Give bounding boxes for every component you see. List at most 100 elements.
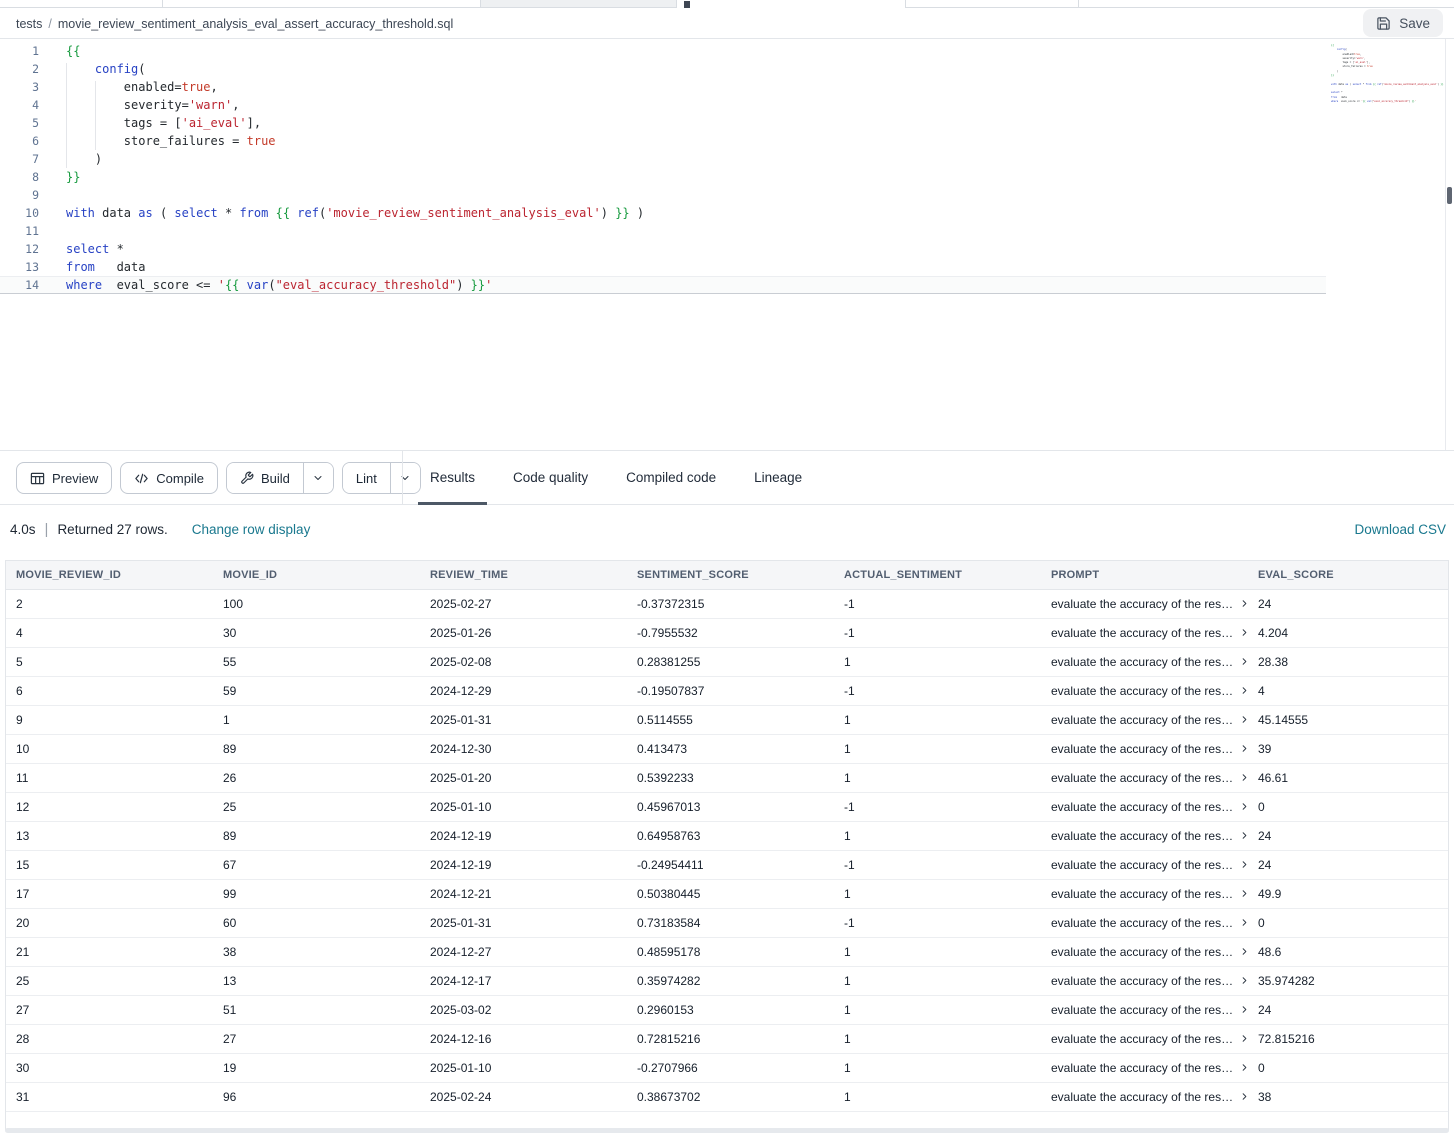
table-cell: 28 [6, 1024, 213, 1053]
prompt-cell[interactable]: evaluate the accuracy of the res… [1041, 1024, 1248, 1053]
prompt-cell[interactable]: evaluate the accuracy of the res… [1041, 1053, 1248, 1082]
build-dropdown-button[interactable] [303, 463, 333, 493]
chevron-right-icon[interactable] [1239, 975, 1248, 986]
line-number: 13 [0, 258, 39, 276]
code-line[interactable]: 11 [0, 222, 1454, 240]
prompt-text: evaluate the accuracy of the res… [1051, 771, 1233, 785]
code-text [39, 222, 66, 240]
chevron-right-icon[interactable] [1239, 859, 1248, 870]
prompt-cell[interactable]: evaluate the accuracy of the res… [1041, 618, 1248, 647]
chevron-right-icon[interactable] [1239, 656, 1248, 667]
code-line[interactable]: 8}} [0, 168, 1454, 186]
code-editor[interactable]: 1{{2 config(3 enabled=true,4 severity='w… [0, 39, 1454, 450]
chevron-right-icon[interactable] [1239, 946, 1248, 957]
code-line[interactable]: 13from data [0, 258, 1454, 276]
code-line[interactable]: 10with data as ( select * from {{ ref('m… [0, 204, 1454, 222]
prompt-cell[interactable]: evaluate the accuracy of the res… [1041, 821, 1248, 850]
prompt-cell[interactable]: evaluate the accuracy of the res… [1041, 734, 1248, 763]
table-cell: 25 [6, 966, 213, 995]
line-number: 7 [0, 150, 39, 168]
chevron-right-icon[interactable] [1239, 1033, 1248, 1044]
prompt-cell[interactable]: evaluate the accuracy of the res… [1041, 1082, 1248, 1111]
chevron-right-icon[interactable] [1239, 830, 1248, 841]
table-cell: 96 [213, 1082, 420, 1111]
chevron-right-icon[interactable] [1239, 1091, 1248, 1102]
tab-results[interactable]: Results [418, 451, 487, 504]
code-line[interactable]: 2 config( [0, 60, 1454, 78]
lint-label: Lint [356, 471, 377, 486]
code-text: from data [39, 258, 145, 276]
prompt-cell[interactable]: evaluate the accuracy of the res… [1041, 908, 1248, 937]
tab-segment[interactable] [480, 0, 676, 8]
download-csv-link[interactable]: Download CSV [1354, 522, 1446, 537]
chevron-right-icon[interactable] [1239, 772, 1248, 783]
chevron-right-icon[interactable] [1239, 685, 1248, 696]
prompt-cell[interactable]: evaluate the accuracy of the res… [1041, 966, 1248, 995]
code-line[interactable]: 4 severity='warn', [0, 96, 1454, 114]
table-cell: 55 [213, 647, 420, 676]
tab-code-quality[interactable]: Code quality [501, 451, 600, 504]
prompt-cell[interactable]: evaluate the accuracy of the res… [1041, 879, 1248, 908]
prompt-text: evaluate the accuracy of the res… [1051, 829, 1233, 843]
compile-button[interactable]: Compile [120, 462, 218, 494]
chevron-right-icon[interactable] [1239, 1062, 1248, 1073]
change-row-display-link[interactable]: Change row display [192, 522, 311, 537]
tab-compiled-code[interactable]: Compiled code [614, 451, 728, 504]
code-text: }} [39, 168, 80, 186]
prompt-cell[interactable]: evaluate the accuracy of the res… [1041, 792, 1248, 821]
table-row: 15672024-12-19-0.24954411-1evaluate the … [6, 850, 1448, 879]
build-button[interactable]: Build [227, 463, 303, 493]
prompt-cell[interactable]: evaluate the accuracy of the res… [1041, 676, 1248, 705]
table-cell: -0.2707966 [627, 1053, 834, 1082]
editor-scrollbar-thumb[interactable] [1447, 187, 1452, 204]
chevron-right-icon[interactable] [1239, 743, 1248, 754]
code-line[interactable]: 6 store_failures = true [0, 132, 1454, 150]
chevron-right-icon[interactable] [1239, 714, 1248, 725]
lint-button[interactable]: Lint [343, 463, 390, 493]
table-cell: -1 [834, 792, 1041, 821]
tab-segment[interactable] [0, 0, 480, 8]
table-cell: 89 [213, 821, 420, 850]
table-cell: 1 [834, 879, 1041, 908]
prompt-cell[interactable]: evaluate the accuracy of the res… [1041, 850, 1248, 879]
code-line[interactable]: 3 enabled=true, [0, 78, 1454, 96]
chevron-right-icon[interactable] [1239, 1004, 1248, 1015]
prompt-cell[interactable]: evaluate the accuracy of the res… [1041, 589, 1248, 618]
table-cell: 1 [834, 995, 1041, 1024]
line-number: 12 [0, 240, 39, 258]
horizontal-scrollbar[interactable] [5, 1128, 1449, 1133]
chevron-right-icon[interactable] [1239, 917, 1248, 928]
prompt-cell[interactable]: evaluate the accuracy of the res… [1041, 937, 1248, 966]
editor-actions: Preview Compile Build [16, 462, 421, 494]
prompt-text: evaluate the accuracy of the res… [1051, 655, 1233, 669]
code-line[interactable]: 5 tags = ['ai_eval'], [0, 114, 1454, 132]
tab-divider [905, 0, 906, 8]
code-line[interactable]: 7 ) [0, 150, 1454, 168]
prompt-cell[interactable]: evaluate the accuracy of the res… [1041, 705, 1248, 734]
code-line[interactable]: 14where eval_score <= '{{ var("eval_accu… [0, 276, 1326, 294]
save-button[interactable]: Save [1363, 9, 1443, 37]
editor-scrollbar-track [1445, 39, 1446, 450]
editor-minimap[interactable]: {{ config( enabled=true, severity='warn'… [1331, 44, 1445, 108]
tab-segment[interactable] [905, 0, 1454, 8]
code-line[interactable]: 1{{ [0, 42, 1454, 60]
breadcrumb-folder[interactable]: tests [16, 17, 42, 31]
chevron-right-icon[interactable] [1239, 888, 1248, 899]
prompt-cell[interactable]: evaluate the accuracy of the res… [1041, 763, 1248, 792]
prompt-cell[interactable]: evaluate the accuracy of the res… [1041, 647, 1248, 676]
lint-dropdown-button[interactable] [390, 463, 420, 493]
table-cell: 2025-01-31 [420, 908, 627, 937]
prompt-text: evaluate the accuracy of the res… [1051, 713, 1233, 727]
table-cell: 0 [1248, 792, 1448, 821]
code-line[interactable]: 9 [0, 186, 1454, 204]
chevron-down-icon [312, 472, 324, 484]
chevron-right-icon[interactable] [1239, 598, 1248, 609]
preview-button[interactable]: Preview [16, 462, 112, 494]
chevron-right-icon[interactable] [1239, 627, 1248, 638]
prompt-cell[interactable]: evaluate the accuracy of the res… [1041, 995, 1248, 1024]
line-number: 10 [0, 204, 39, 222]
tab-lineage[interactable]: Lineage [742, 451, 814, 504]
table-cell: 0.72815216 [627, 1024, 834, 1053]
chevron-right-icon[interactable] [1239, 801, 1248, 812]
code-line[interactable]: 12select * [0, 240, 1454, 258]
